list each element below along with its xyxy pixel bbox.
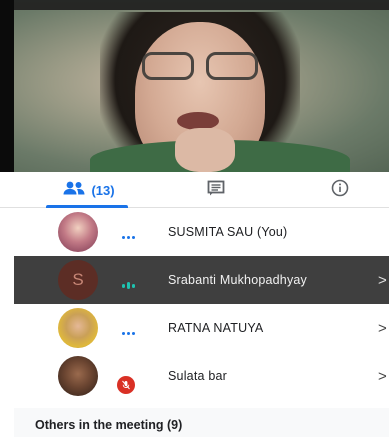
speaking-dots-icon [122, 236, 135, 239]
chevron-right-icon[interactable]: > [378, 320, 387, 337]
avatar [58, 212, 98, 252]
participant-row[interactable]: SUSMITA SAU (You) [14, 208, 389, 256]
others-in-meeting-label[interactable]: Others in the meeting (9) [35, 418, 182, 432]
mic-off-icon [117, 376, 135, 394]
video-person-glasses [138, 52, 262, 82]
people-count: (13) [91, 182, 115, 198]
participant-row[interactable]: Sulata bar > [14, 352, 389, 400]
video-person-hands [175, 128, 235, 172]
chevron-right-icon[interactable]: > [378, 272, 387, 289]
speaking-dots-icon [122, 332, 135, 335]
avatar: S [58, 260, 98, 300]
avatar-letter: S [72, 270, 84, 289]
participant-name: RATNA NATUYA [168, 321, 264, 335]
chevron-right-icon[interactable]: > [378, 368, 387, 385]
video-top-edge [0, 0, 389, 10]
tab-people[interactable]: (13) [34, 172, 144, 208]
tab-chat[interactable] [196, 172, 236, 208]
participant-name: Srabanti Mukhopadhyay [168, 273, 308, 287]
avatar [58, 308, 98, 348]
participant-name: Sulata bar [168, 369, 227, 383]
people-icon [63, 181, 85, 200]
participant-name: SUSMITA SAU (You) [168, 225, 288, 239]
chat-icon [207, 180, 225, 201]
video-feed[interactable] [0, 0, 389, 172]
participant-row[interactable]: S Srabanti Mukhopadhyay > [14, 256, 389, 304]
tab-info[interactable] [320, 172, 360, 208]
info-icon [331, 179, 349, 202]
meeting-tab-bar: (13) [0, 172, 389, 208]
video-left-edge [0, 0, 14, 172]
avatar [58, 356, 98, 396]
audio-level-icon [122, 282, 135, 289]
participant-row[interactable]: RATNA NATUYA > [14, 304, 389, 352]
